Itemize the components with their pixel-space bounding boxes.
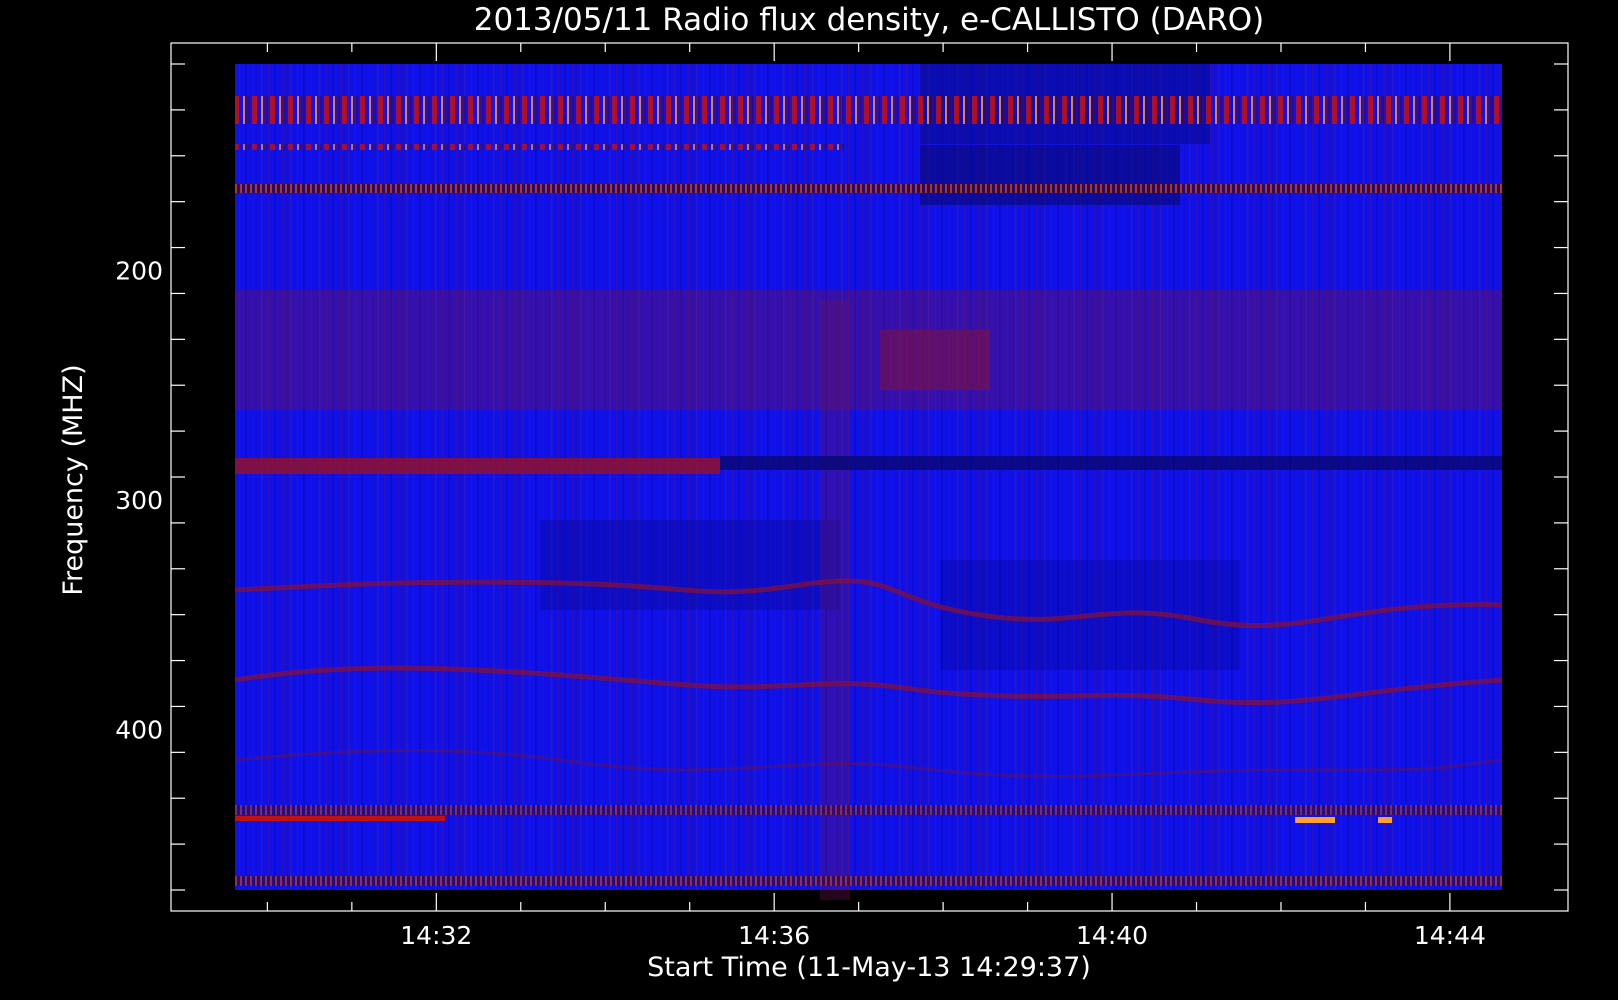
x-tick-label: 14:40 — [1076, 921, 1148, 950]
spectrogram-image — [234, 64, 1503, 900]
interference-band — [235, 144, 845, 150]
y-tick-label: 300 — [115, 486, 163, 515]
x-axis-label: Start Time (11-May-13 14:29:37) — [647, 952, 1091, 983]
x-tick-label: 14:36 — [738, 921, 810, 950]
interference-band — [1295, 817, 1335, 823]
interference-band — [235, 876, 1502, 886]
x-tick-label: 14:32 — [400, 921, 472, 950]
y-tick-label: 400 — [115, 715, 163, 744]
interference-band — [235, 458, 720, 474]
interference-band — [235, 184, 1502, 193]
dark-patch — [540, 520, 840, 610]
interference-band — [720, 456, 1502, 470]
chart-title: 2013/05/11 Radio flux density, e-CALLIST… — [474, 2, 1265, 38]
interference-band — [235, 816, 445, 821]
y-tick-label: 200 — [115, 257, 163, 286]
dark-patch — [920, 145, 1180, 205]
interference-band — [235, 805, 1502, 815]
red-patch — [880, 330, 990, 390]
y-axis-label: Frequency (MHZ) — [58, 364, 89, 595]
red-patch — [235, 290, 1502, 410]
x-tick-label: 14:44 — [1414, 921, 1486, 950]
interference-band — [1378, 817, 1392, 823]
spectrogram-chart: 14:32 14:36 14:40 14:44 200 300 400 2013/05/1… — [58, 2, 1569, 983]
bright-band — [235, 96, 1502, 124]
